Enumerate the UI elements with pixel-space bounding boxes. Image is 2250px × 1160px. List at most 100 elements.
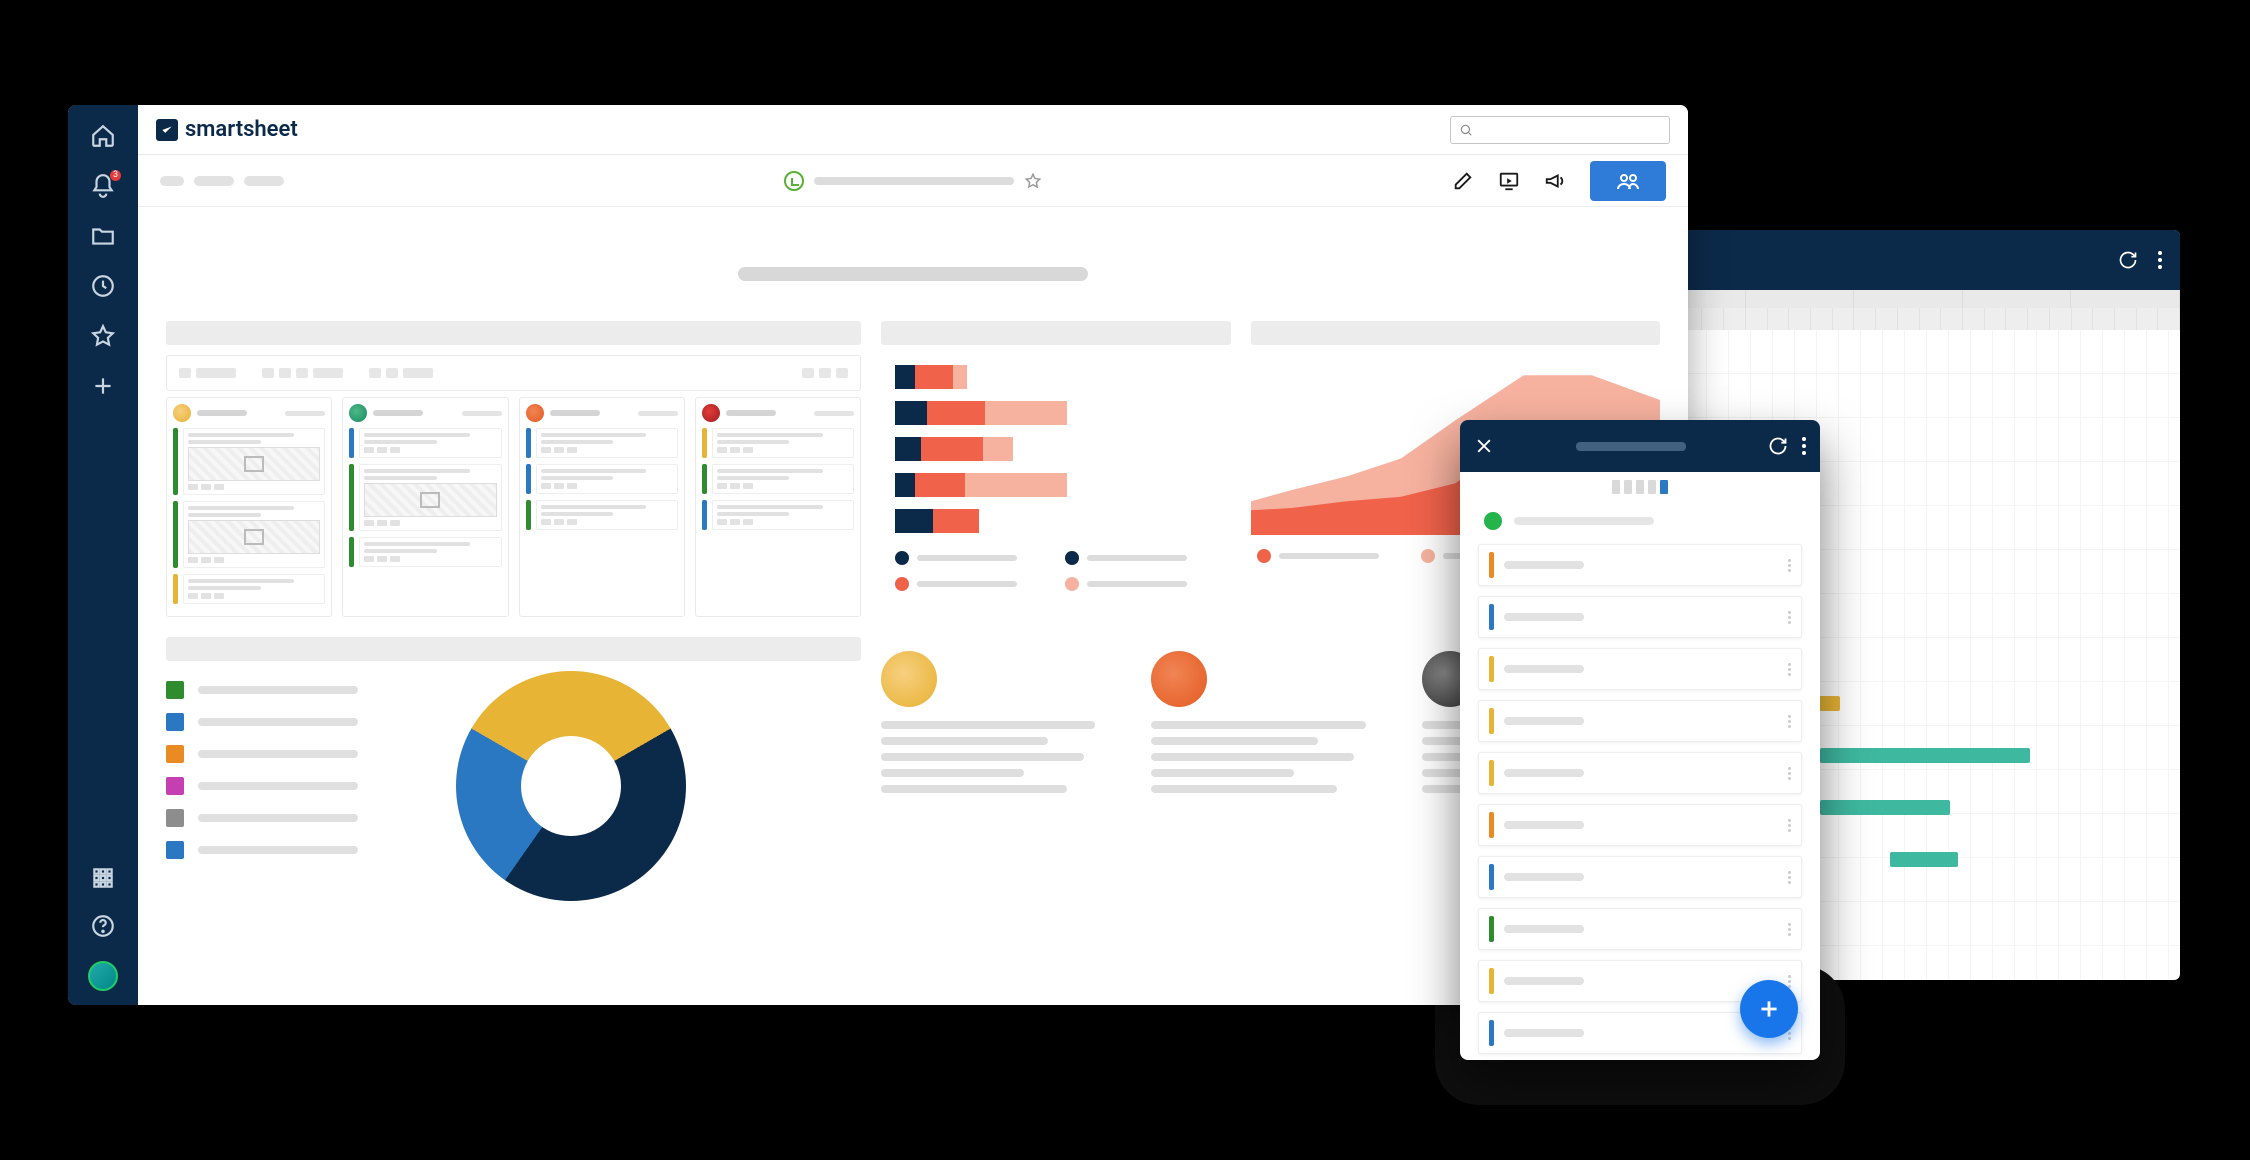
- bar-chart: [881, 355, 1231, 533]
- kanban-card[interactable]: [702, 464, 854, 494]
- bar-chart-legend: [881, 533, 1231, 609]
- kanban-card[interactable]: [526, 500, 678, 530]
- kanban-card[interactable]: [349, 428, 501, 458]
- legend-item: [1065, 551, 1205, 565]
- toolbar: [138, 155, 1688, 207]
- list-item[interactable]: [1478, 856, 1802, 898]
- list-item[interactable]: [166, 777, 396, 795]
- list-item[interactable]: [166, 681, 396, 699]
- list-item[interactable]: [166, 809, 396, 827]
- kanban-toolbar[interactable]: [166, 355, 861, 391]
- list-item[interactable]: [1478, 752, 1802, 794]
- breadcrumb[interactable]: [244, 176, 284, 186]
- pie-widget: [166, 637, 861, 901]
- kanban-card[interactable]: [526, 428, 678, 458]
- list-item[interactable]: [1478, 700, 1802, 742]
- kanban-card[interactable]: [702, 428, 854, 458]
- kanban-column[interactable]: [519, 397, 685, 617]
- kanban-card[interactable]: [173, 501, 325, 568]
- list-item[interactable]: [166, 841, 396, 859]
- bar-row: [895, 365, 1231, 389]
- status-row: [1460, 502, 1820, 544]
- dashboard-window: 3: [68, 105, 1688, 1005]
- drag-handle-icon[interactable]: [1788, 767, 1791, 780]
- avatar: [526, 404, 544, 422]
- edit-icon[interactable]: [1452, 170, 1474, 192]
- drag-handle-icon[interactable]: [1788, 975, 1791, 988]
- bar-row: [895, 401, 1231, 425]
- kanban-card[interactable]: [349, 464, 501, 531]
- drag-handle-icon[interactable]: [1788, 923, 1791, 936]
- home-icon[interactable]: [90, 123, 116, 149]
- person-card[interactable]: [881, 651, 1119, 901]
- person-card[interactable]: [1151, 651, 1389, 901]
- kanban-card[interactable]: [702, 500, 854, 530]
- favorite-star-icon[interactable]: [1024, 172, 1042, 190]
- help-icon[interactable]: [90, 913, 116, 939]
- gantt-bar[interactable]: [1890, 852, 1958, 867]
- kanban-card[interactable]: [349, 537, 501, 567]
- progress-indicator: [1460, 472, 1820, 502]
- list-item[interactable]: [1478, 804, 1802, 846]
- close-icon[interactable]: [1474, 436, 1494, 456]
- kanban-card[interactable]: [173, 574, 325, 604]
- mobile-header: [1460, 420, 1820, 472]
- breadcrumb[interactable]: [194, 176, 234, 186]
- refresh-icon[interactable]: [1768, 436, 1788, 456]
- list-item[interactable]: [1478, 648, 1802, 690]
- kanban-card[interactable]: [526, 464, 678, 494]
- kanban-column[interactable]: [695, 397, 861, 617]
- kanban-column[interactable]: [166, 397, 332, 617]
- search-icon: [1459, 123, 1473, 137]
- page-title: [814, 177, 1014, 185]
- recent-icon[interactable]: [90, 273, 116, 299]
- clock-icon[interactable]: [784, 171, 804, 191]
- widget-title: [166, 321, 861, 345]
- folder-icon[interactable]: [90, 223, 116, 249]
- list-item[interactable]: [166, 745, 396, 763]
- bar-row: [895, 509, 1231, 533]
- fab-add-button[interactable]: [1740, 980, 1798, 1038]
- refresh-icon[interactable]: [2118, 250, 2138, 270]
- widget-title: [166, 637, 861, 661]
- drag-handle-icon[interactable]: [1788, 559, 1791, 572]
- pie-legend-list: [166, 671, 396, 859]
- widget-title: [881, 321, 1231, 345]
- share-button[interactable]: [1590, 161, 1666, 201]
- drag-handle-icon[interactable]: [1788, 663, 1791, 676]
- user-avatar[interactable]: [88, 961, 118, 991]
- bar-row: [895, 437, 1231, 461]
- brand[interactable]: smartsheet: [156, 117, 298, 142]
- kanban-column[interactable]: [342, 397, 508, 617]
- star-icon[interactable]: [90, 323, 116, 349]
- mobile-panel: [1460, 420, 1820, 1060]
- legend-item: [895, 577, 1035, 591]
- breadcrumb[interactable]: [160, 176, 184, 186]
- legend-item: [895, 551, 1035, 565]
- drag-handle-icon[interactable]: [1788, 715, 1791, 728]
- gantt-bar[interactable]: [1820, 800, 1950, 815]
- more-icon[interactable]: [1802, 437, 1806, 455]
- gantt-bar[interactable]: [1820, 748, 2030, 763]
- list-item[interactable]: [1478, 908, 1802, 950]
- notification-badge: 3: [110, 170, 121, 181]
- legend-item: [1257, 549, 1397, 563]
- list-item[interactable]: [166, 713, 396, 731]
- kanban-card[interactable]: [173, 428, 325, 495]
- drag-handle-icon[interactable]: [1788, 819, 1791, 832]
- announce-icon[interactable]: [1544, 170, 1566, 192]
- mobile-list[interactable]: [1460, 544, 1820, 1054]
- drag-handle-icon[interactable]: [1788, 611, 1791, 624]
- present-icon[interactable]: [1498, 170, 1520, 192]
- list-item[interactable]: [1478, 596, 1802, 638]
- list-item[interactable]: [1478, 544, 1802, 586]
- apps-icon[interactable]: [90, 865, 116, 891]
- notifications-icon[interactable]: 3: [90, 173, 116, 199]
- drag-handle-icon[interactable]: [1788, 871, 1791, 884]
- search-input[interactable]: [1450, 116, 1670, 144]
- bar-row: [895, 473, 1231, 497]
- status-dot-icon: [1484, 512, 1502, 530]
- more-icon[interactable]: [2158, 251, 2162, 269]
- add-icon[interactable]: [90, 373, 116, 399]
- donut-chart: [456, 671, 686, 901]
